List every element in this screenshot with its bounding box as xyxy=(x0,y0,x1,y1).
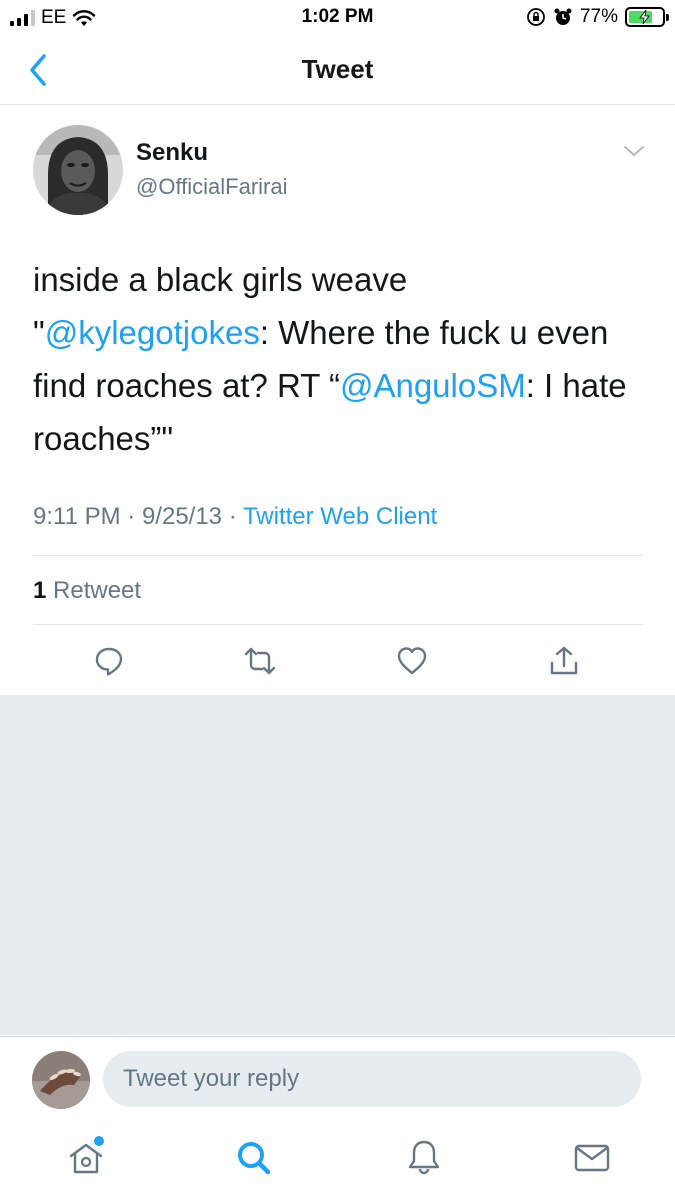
author-name[interactable]: Senku xyxy=(136,139,208,167)
status-bar-right: 77% xyxy=(526,6,669,28)
battery-percent: 77% xyxy=(579,6,618,27)
page-title: Tweet xyxy=(301,54,374,84)
meta-separator: · xyxy=(228,503,237,530)
user-avatar[interactable] xyxy=(32,1051,90,1109)
tweet-actions xyxy=(0,645,675,685)
status-bar: EE 1:02 PM 77% xyxy=(0,0,675,36)
mention-link[interactable]: @AnguloSM xyxy=(340,367,526,404)
retweet-label: Retweet xyxy=(53,577,142,604)
retweet-icon[interactable] xyxy=(244,645,276,677)
tab-home[interactable] xyxy=(66,1134,106,1178)
alarm-icon xyxy=(554,8,572,25)
empty-replies-area xyxy=(0,695,675,1035)
tab-messages[interactable] xyxy=(572,1138,612,1178)
notification-dot xyxy=(92,1134,106,1148)
author-handle[interactable]: @OfficialFarirai xyxy=(136,174,288,200)
tab-bar xyxy=(0,1120,675,1200)
chevron-down-icon[interactable] xyxy=(623,143,645,159)
tweet-text: inside a black girls weave "@kylegotjokes… xyxy=(33,253,633,465)
tweet-source-link[interactable]: Twitter Web Client xyxy=(243,503,437,530)
notifications-icon xyxy=(408,1140,440,1175)
tweet-date: 9/25/13 xyxy=(141,503,223,530)
battery-charging-icon xyxy=(625,7,669,27)
retweet-stats[interactable]: 1 Retweet xyxy=(33,577,141,605)
reply-icon[interactable] xyxy=(93,645,125,677)
search-icon xyxy=(238,1142,271,1175)
tab-search[interactable] xyxy=(234,1138,274,1178)
messages-icon xyxy=(574,1144,610,1172)
like-icon[interactable] xyxy=(396,645,428,677)
tweet-meta: 9:11 PM · 9/25/13 · Twitter Web Client xyxy=(33,503,437,531)
tweet-detail: Senku @OfficialFarirai inside a black gi… xyxy=(0,105,675,695)
meta-separator: · xyxy=(127,503,136,530)
orientation-lock-icon xyxy=(527,8,545,26)
mention-link[interactable]: @kylegotjokes xyxy=(45,314,260,351)
tab-notifications[interactable] xyxy=(404,1138,444,1178)
battery-nub xyxy=(666,14,669,21)
divider xyxy=(33,555,643,556)
author-avatar[interactable] xyxy=(33,125,123,215)
nav-bar: Tweet xyxy=(0,36,675,105)
tweet-time: 9:11 PM xyxy=(33,503,121,530)
charging-bolt-icon xyxy=(639,10,650,24)
avatar-image xyxy=(33,125,123,215)
tweet-text-part: " xyxy=(33,314,45,351)
retweet-count: 1 xyxy=(33,577,47,604)
tweet-text-part: inside a black girls weave xyxy=(33,261,408,298)
divider xyxy=(33,624,643,625)
user-avatar-image xyxy=(32,1051,90,1109)
reply-bar xyxy=(0,1036,675,1121)
share-icon[interactable] xyxy=(548,645,580,677)
reply-input[interactable] xyxy=(103,1051,641,1107)
